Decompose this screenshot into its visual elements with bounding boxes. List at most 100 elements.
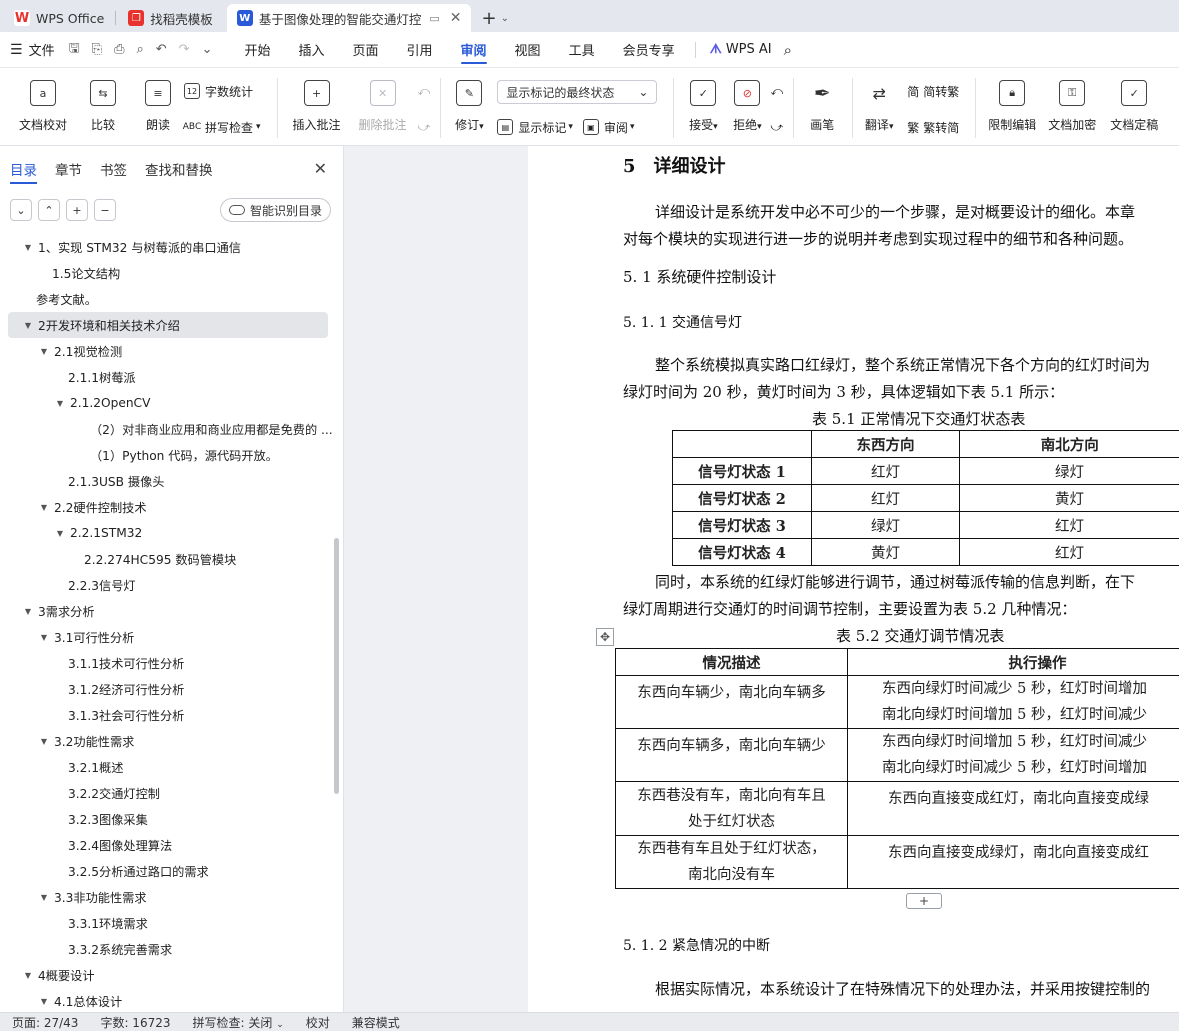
expand-toggle-icon[interactable]: ▼ (54, 529, 66, 538)
toc-item[interactable]: 3.1.1技术可行性分析 (0, 650, 340, 676)
expand-toggle-icon[interactable]: ▼ (38, 737, 50, 746)
nav-tab-sections[interactable]: 章节 (55, 146, 82, 192)
encrypt-button[interactable]: ⚿ 文档加密 (1042, 74, 1102, 133)
track-changes-button[interactable]: ✎ 修订▾ (449, 74, 489, 133)
expand-toggle-icon[interactable]: ▼ (22, 321, 34, 330)
wps-ai-button[interactable]: ᗑ WPS AI (702, 42, 780, 57)
toc-item[interactable]: 3.2.2交通灯控制 (0, 780, 340, 806)
menu-tab-member[interactable]: 会员专享 (609, 32, 689, 68)
close-tab-icon[interactable]: ✕ (450, 10, 462, 26)
word-count-indicator[interactable]: 字数: 16723 (100, 1014, 170, 1031)
expand-toggle-icon[interactable]: ▼ (38, 633, 50, 642)
toc-item[interactable]: 3.3.1环境需求 (0, 910, 340, 936)
delete-comment-button[interactable]: ✕ 删除批注 (350, 74, 416, 133)
toc-item[interactable]: ▼ 2.2硬件控制技术 (0, 494, 340, 520)
toc-item[interactable]: ▼ 2.1视觉检测 (0, 338, 340, 364)
toc-item[interactable]: 3.2.1概述 (0, 754, 340, 780)
toc-item[interactable]: ▼ 4概要设计 (0, 962, 340, 988)
review-pane-button[interactable]: 审阅 (604, 119, 628, 136)
toc-item[interactable]: 参考文献。 (0, 286, 340, 312)
menu-tab-home[interactable]: 开始 (230, 32, 284, 68)
more-chevron-icon[interactable]: ⌄ (202, 42, 213, 57)
document-page[interactable]: 5 详细设计 详细设计是系统开发中必不可少的一个步骤，是对概要设计的细化。本章 … (528, 146, 1179, 1012)
toc-item[interactable]: 2.2.3信号灯 (0, 572, 340, 598)
toc-item[interactable]: ▼ 2.1.2OpenCV (0, 390, 340, 416)
toc-item[interactable]: ▼ 3.3非功能性需求 (0, 884, 340, 910)
toc-item[interactable]: 1.5论文结构 (0, 260, 340, 286)
monitor-icon[interactable]: ▭ (429, 12, 439, 25)
nav-scrollbar[interactable] (334, 538, 339, 794)
toc-item[interactable]: ▼ 3.1可行性分析 (0, 624, 340, 650)
tab-current-document[interactable]: W 基于图像处理的智能交通灯控 ▭ ✕ (226, 4, 472, 32)
search-icon[interactable]: ⌕ (784, 41, 792, 59)
toc-item[interactable]: ▼ 2.2.1STM32 (0, 520, 340, 546)
print-preview-icon[interactable]: ⌕ (136, 42, 143, 57)
previous-comment-icon[interactable]: ⤺ (418, 80, 431, 102)
expand-toggle-icon[interactable]: ▼ (54, 399, 66, 408)
toc-item[interactable]: ▼ 3.2功能性需求 (0, 728, 340, 754)
expand-toggle-icon[interactable]: ▼ (38, 347, 50, 356)
insert-comment-button[interactable]: + 插入批注 (286, 74, 348, 133)
toc-item[interactable]: 3.2.4图像处理算法 (0, 832, 340, 858)
menu-tab-insert[interactable]: 插入 (284, 32, 338, 68)
toc-item[interactable]: 3.3.2系统完善需求 (0, 936, 340, 962)
export-icon[interactable]: ⎘ (92, 42, 102, 57)
file-menu[interactable]: ☰ 文件 (10, 40, 55, 60)
toc-item[interactable]: ▼ 4.1总体设计 (0, 988, 340, 1014)
menu-tab-references[interactable]: 引用 (393, 32, 447, 68)
translate-button[interactable]: ⇄ 翻译▾ (861, 74, 897, 133)
toc-item[interactable]: 3.1.2经济可行性分析 (0, 676, 340, 702)
markup-state-select[interactable]: 显示标记的最终状态 ⌄ (497, 80, 658, 104)
reject-button[interactable]: ⊘ 拒绝▾ (726, 74, 768, 133)
accept-button[interactable]: ✓ 接受▾ (682, 74, 724, 133)
compare-button[interactable]: ⇆ 比较 (74, 74, 132, 133)
new-tab-button[interactable]: + ⌄ (475, 4, 514, 32)
spell-check-button[interactable]: ABC 拼写检查 ▾ (183, 116, 261, 138)
doc-check-button[interactable]: a 文档校对 (14, 74, 72, 133)
restrict-edit-button[interactable]: 🔒︎ 限制编辑 (984, 74, 1040, 133)
smart-toc-button[interactable]: 智能识别目录 (219, 198, 331, 222)
toc-item[interactable]: 2.1.3USB 摄像头 (0, 468, 340, 494)
toc-item[interactable]: （1）Python 代码，源代码开放。 (0, 442, 340, 468)
toc-item[interactable]: 3.2.3图像采集 (0, 806, 340, 832)
expand-toggle-icon[interactable]: ▼ (22, 243, 34, 252)
read-aloud-button[interactable]: ≡ 朗读 (134, 74, 182, 133)
toc-item[interactable]: 3.2.5分析通过路口的需求 (0, 858, 340, 884)
page-indicator[interactable]: 页面: 27/43 (12, 1014, 78, 1031)
remove-heading-button[interactable]: − (94, 199, 116, 221)
to-simplified-button[interactable]: 繁繁转简 (907, 116, 959, 138)
undo-icon[interactable]: ↶ (156, 42, 167, 57)
nav-tab-find-replace[interactable]: 查找和替换 (145, 146, 213, 192)
toc-item[interactable]: ▼ 3需求分析 (0, 598, 340, 624)
expand-toggle-icon[interactable]: ▼ (38, 893, 50, 902)
add-table-row-button[interactable]: + (906, 893, 942, 909)
tab-wps-office[interactable]: W WPS Office (4, 4, 115, 32)
save-icon[interactable]: 🖫 (69, 39, 80, 61)
toc-item[interactable]: 2.1.1树莓派 (0, 364, 340, 390)
print-icon[interactable]: ⎙ (114, 42, 124, 57)
expand-down-button[interactable]: ⌄ (10, 199, 32, 221)
toc-item[interactable]: 2.2.274HC595 数码管模块 (0, 546, 340, 572)
menu-tab-review[interactable]: 审阅 (447, 32, 501, 68)
expand-toggle-icon[interactable]: ▼ (22, 607, 34, 616)
add-heading-button[interactable]: + (66, 199, 88, 221)
toc-item[interactable]: ▼ 1、实现 STM32 与树莓派的串口通信 (0, 234, 340, 260)
spell-check-status[interactable]: 拼写检查: 关闭 ⌄ (193, 1014, 284, 1031)
redo-icon[interactable]: ↷ (179, 42, 190, 57)
expand-toggle-icon[interactable]: ▼ (38, 503, 50, 512)
next-change-icon[interactable]: ⤻ (770, 116, 783, 138)
menu-tab-tools[interactable]: 工具 (555, 32, 609, 68)
tab-docer-templates[interactable]: ❒ 找稻壳模板 (115, 4, 223, 32)
show-markup-button[interactable]: 显示标记 (518, 119, 566, 136)
collapse-up-button[interactable]: ⌃ (38, 199, 60, 221)
menu-tab-page[interactable]: 页面 (339, 32, 393, 68)
next-comment-icon[interactable]: ⤻ (418, 116, 431, 138)
proofread-button[interactable]: 校对 (306, 1014, 330, 1031)
table-move-handle[interactable]: ✥ (596, 628, 614, 646)
toc-item[interactable]: ▼ 2开发环境和相关技术介绍 (8, 312, 328, 338)
menu-tab-view[interactable]: 视图 (501, 32, 555, 68)
to-traditional-button[interactable]: 简简转繁 (907, 80, 959, 102)
nav-tab-bookmarks[interactable]: 书签 (100, 146, 127, 192)
finalize-button[interactable]: ✓ 文档定稿 (1104, 74, 1164, 133)
previous-change-icon[interactable]: ⤺ (770, 80, 783, 102)
